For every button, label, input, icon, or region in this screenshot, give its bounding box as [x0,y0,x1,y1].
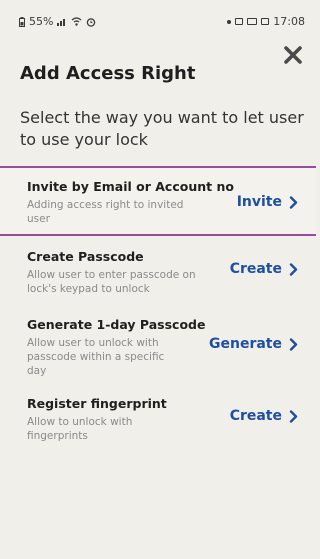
option-description: Allow user to unlock with passcode withi… [27,337,165,377]
close-icon [284,46,302,64]
status-time: 17:08 [273,15,305,28]
option-generate-1-day-passcode[interactable]: Generate 1-day Passcode Allow user to un… [0,310,316,390]
option-title: Register fingerprint [27,396,167,411]
action-label: Invite [236,194,282,210]
option-title: Create Passcode [27,249,144,264]
option-description: Adding access right to invited user [27,199,184,225]
action-label: Generate [209,336,282,352]
option-create-passcode[interactable]: Create Passcode Allow user to enter pass… [0,240,316,304]
generate-button[interactable]: Generate [209,336,298,352]
status-bar: 55% 17:08 [0,0,316,40]
status-left: 55% [19,15,96,28]
register-fingerprint-button[interactable]: Create [230,408,298,424]
chevron-right-icon [289,337,298,351]
action-label: Create [229,261,282,277]
sim-icon [235,18,244,25]
chevron-right-icon [289,195,298,209]
invite-button[interactable]: Invite [237,194,298,210]
status-right: 17:08 [227,15,305,28]
create-passcode-button[interactable]: Create [230,261,298,277]
option-title: Invite by Email or Account no [27,179,234,194]
battery-icon [19,16,25,27]
alarm-icon [87,17,96,27]
option-description: Allow user to enter passcode on lock's k… [27,269,196,295]
option-description: Allow to unlock with fingerprints [27,416,133,442]
cast-icon [247,18,258,25]
signal-icon [57,19,66,26]
chevron-right-icon [289,262,298,276]
page-title: Add Access Right [20,63,196,84]
battery-percent: 55% [29,15,54,28]
chevron-right-icon [289,409,298,423]
page-subtitle: Select the way you want to let user to u… [20,108,304,149]
close-button[interactable] [282,44,304,66]
action-label: Create [229,408,282,424]
option-register-fingerprint[interactable]: Register fingerprint Allow to unlock wit… [0,392,316,452]
dot-icon [227,19,232,24]
option-invite-by-email[interactable]: Invite by Email or Account no Adding acc… [0,166,316,236]
option-title: Generate 1-day Passcode [27,317,206,332]
gallery-icon [261,18,270,25]
wifi-icon [72,17,82,26]
